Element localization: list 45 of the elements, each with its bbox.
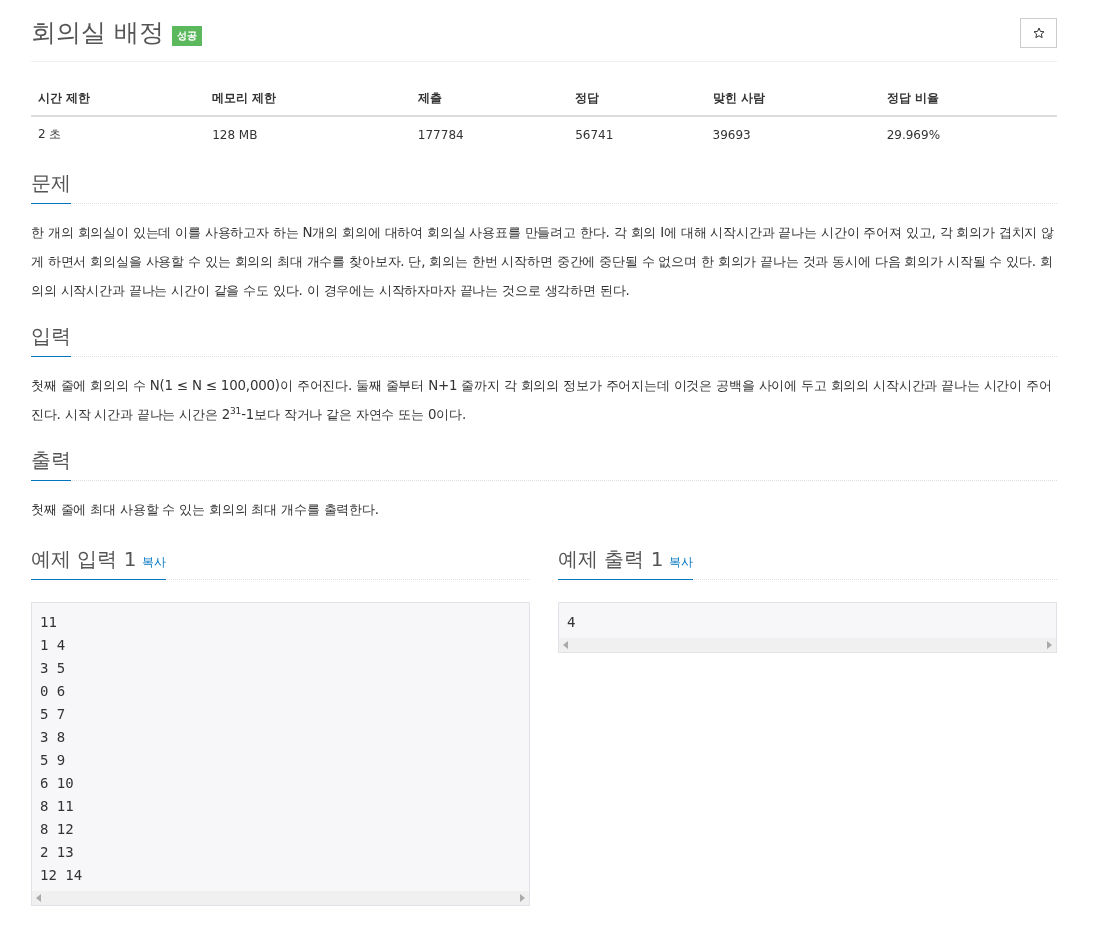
- scroll-arrow-icon[interactable]: [520, 894, 525, 902]
- star-icon: [1032, 26, 1045, 39]
- section-heading: 문제: [31, 170, 71, 204]
- result-badge: 성공: [171, 25, 202, 46]
- table-cell: 39693: [705, 116, 880, 152]
- section-heading: 출력: [31, 447, 71, 481]
- section-heading: 입력: [31, 323, 71, 357]
- copy-link[interactable]: 복사: [669, 554, 694, 571]
- code-line: 4: [567, 613, 577, 632]
- code-line: 1 4: [40, 636, 67, 655]
- scroll-arrow-icon[interactable]: [36, 894, 41, 902]
- favorite-button[interactable]: [1020, 17, 1057, 48]
- column-header: 정답: [568, 82, 706, 116]
- code-line: 6 10: [40, 774, 75, 793]
- horizontal-scrollbar[interactable]: [559, 638, 1056, 652]
- section-text: 한 개의 회의실이 있는데 이를 사용하고자 하는 N개의 회의에 대하여 회의실 사용표를 만들려고 한다. 각 회의 I에 대해 시작시간과 끝나는 시간이 주어져 있고, 각 회의가 겹치지 않게 하면서 회의실을 사용할 수 있는 회의의 최대 개수를 찾아보자. 단, 회의는 한번 시작하면 중간에 중단될 수 없으며 한 회의가 끝나는 것과 동시에 다음 회의가 시작될 수 있다. 회의의 시작시간과 끝나는 시간이 같을 수도 있다. 이 경우에는 시작하자마자 끝나는 것으로 생각하면 된다.: [31, 224, 1056, 300]
- code-line: 8 12: [40, 820, 75, 839]
- section-text: 첫째 줄에 회의의 수 N(1 ≤ N ≤ 100,000)이 주어진다. 둘째 줄부터 N+1 줄까지 각 회의의 정보가 주어지는데 이것은 공백을 사이에 두고 회의의 시작시간과 끝나는 시간이 주어진다. 시작 시간과 끝나는 시간은 2$^{31}$-1보다 작거나 같은 자연수 또는 0이다.: [31, 377, 1053, 424]
- table-cell: 177784: [410, 116, 569, 152]
- code-line: 5 9: [40, 751, 67, 770]
- scroll-arrow-icon[interactable]: [563, 641, 568, 649]
- table-cell: 56741: [568, 116, 706, 152]
- column-header: 시간 제한: [31, 82, 206, 116]
- code-line: 8 11: [40, 797, 75, 816]
- horizontal-scrollbar[interactable]: [32, 891, 529, 905]
- code-line: 3 8: [40, 728, 67, 747]
- code-line: 3 5: [40, 659, 67, 678]
- code-line: 5 7: [40, 705, 67, 724]
- column-header: 메모리 제한: [205, 82, 411, 116]
- code-line: 12 14: [40, 866, 84, 885]
- problem-title: 회의실 배정: [31, 17, 164, 49]
- column-header: 정답 비율: [879, 82, 1057, 116]
- section-text: 첫째 줄에 최대 사용할 수 있는 회의의 최대 개수를 출력한다.: [31, 501, 380, 519]
- code-line: 11: [40, 613, 58, 632]
- column-header: 제출: [410, 82, 569, 116]
- code-line: 0 6: [40, 682, 67, 701]
- table-cell: 128 MB: [205, 116, 411, 152]
- copy-link[interactable]: 복사: [142, 554, 167, 571]
- scroll-arrow-icon[interactable]: [1047, 641, 1052, 649]
- code-line: 2 13: [40, 843, 75, 862]
- sample-heading: 예제 출력 1: [558, 546, 664, 573]
- column-header: 맞힌 사람: [705, 82, 880, 116]
- sample-heading: 예제 입력 1: [31, 546, 137, 573]
- table-cell: 2 초: [31, 116, 206, 152]
- table-cell: 29.969%: [879, 116, 1057, 152]
